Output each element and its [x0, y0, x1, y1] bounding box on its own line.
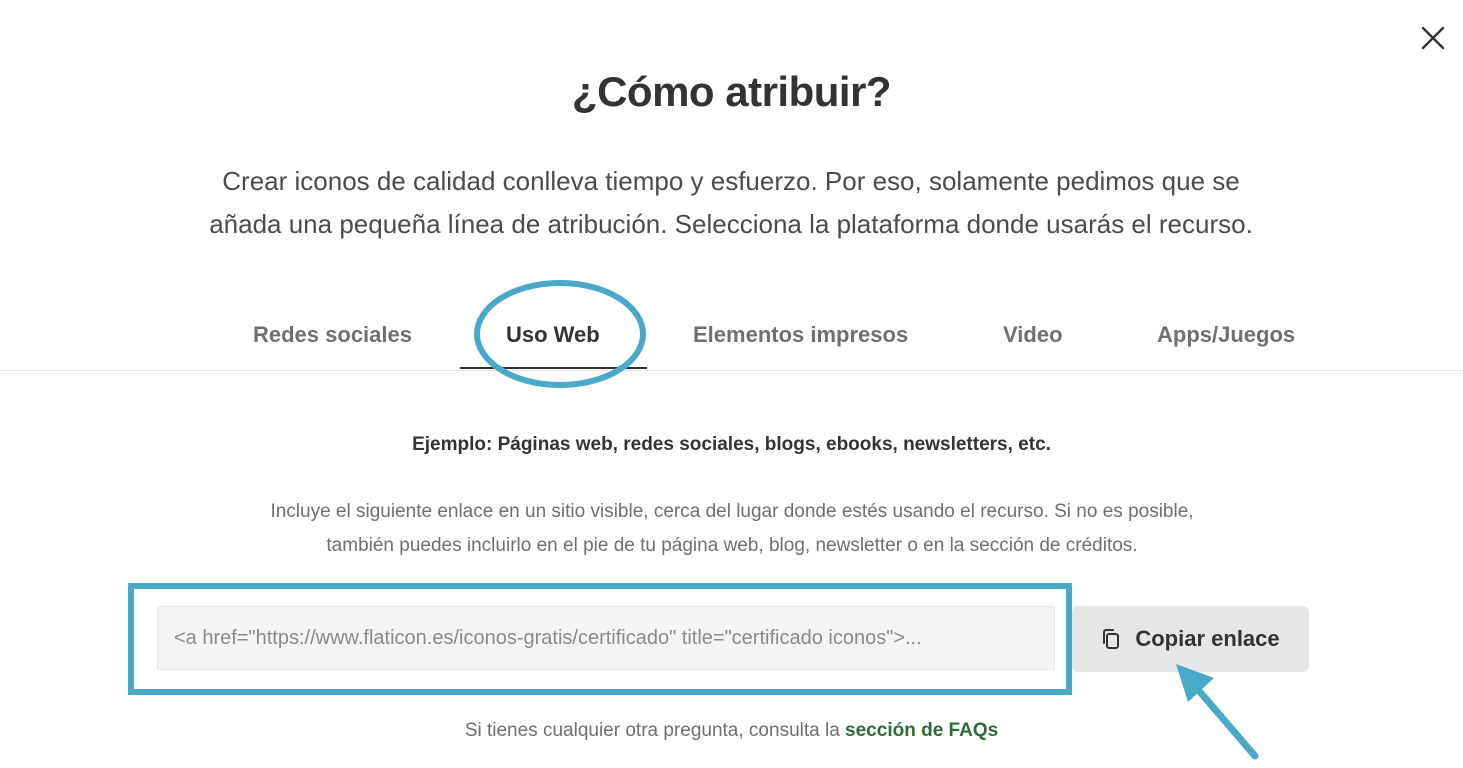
close-button[interactable] — [1419, 24, 1447, 52]
copy-link-label: Copiar enlace — [1135, 626, 1280, 651]
example-text: Ejemplo: Páginas web, redes sociales, bl… — [412, 434, 1051, 455]
faq-link[interactable]: sección de FAQs — [845, 720, 998, 741]
tab-apps-juegos[interactable]: Apps/Juegos — [1157, 322, 1295, 348]
copy-icon — [1103, 629, 1120, 649]
modal-title: ¿Cómo atribuir? — [571, 68, 892, 115]
close-icon — [1421, 26, 1445, 50]
copy-link-button[interactable]: Copiar enlace — [1072, 606, 1309, 672]
active-tab-underline — [460, 367, 647, 369]
faq-prefix: Si tienes cualquier otra pregunta, consu… — [464, 720, 840, 741]
intro-line-2: añada una pequeña línea de atribución. S… — [209, 209, 1253, 239]
instructions-line-1: Incluye el siguiente enlace en un sitio … — [270, 501, 1194, 522]
tab-uso-web[interactable]: Uso Web — [506, 322, 600, 348]
tab-redes-sociales[interactable]: Redes sociales — [253, 322, 412, 348]
attribution-modal: ¿Cómo atribuir? Crear iconos de calidad … — [0, 0, 1463, 768]
instructions-line-2: también puedes incluirlo en el pie de tu… — [326, 535, 1138, 556]
intro-line-1: Crear iconos de calidad conlleva tiempo … — [222, 166, 1240, 196]
arrow-annotation — [1176, 664, 1259, 760]
intro-text: Crear iconos de calidad conlleva tiempo … — [131, 160, 1331, 246]
platform-tabs: Redes sociales Uso Web Elementos impreso… — [0, 300, 1463, 371]
faq-text: Si tienes cualquier otra pregunta, consu… — [0, 720, 1463, 742]
tab-video[interactable]: Video — [1003, 322, 1063, 348]
attribution-link-field[interactable]: <a href="https://www.flaticon.es/iconos-… — [157, 606, 1055, 670]
instructions-text: Incluye el siguiente enlace en un sitio … — [132, 495, 1332, 563]
tab-elementos-impresos[interactable]: Elementos impresos — [693, 322, 908, 348]
